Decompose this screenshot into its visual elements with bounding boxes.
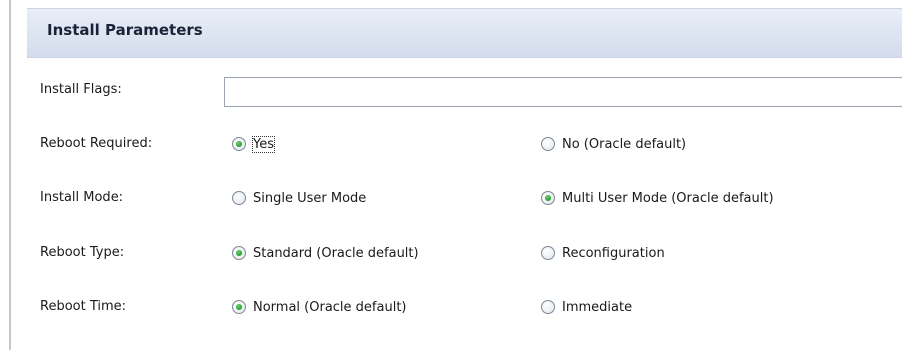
radio-unchecked-icon xyxy=(232,191,246,205)
reboot-required-no-radio[interactable]: No (Oracle default) xyxy=(541,133,686,155)
radio-checked-icon xyxy=(232,246,246,260)
radio-checked-icon xyxy=(232,300,246,314)
left-divider xyxy=(9,0,11,350)
reboot-type-row: Reboot Type: Standard (Oracle default) R… xyxy=(27,238,902,268)
reboot-type-standard-radio[interactable]: Standard (Oracle default) xyxy=(232,242,419,264)
reboot-time-immediate-radio[interactable]: Immediate xyxy=(541,296,632,318)
reboot-time-label: Reboot Time: xyxy=(40,299,127,314)
install-mode-single-radio[interactable]: Single User Mode xyxy=(232,187,366,209)
install-flags-label: Install Flags: xyxy=(40,82,122,97)
radio-label: Yes xyxy=(252,135,275,153)
reboot-required-yes-radio[interactable]: Yes xyxy=(232,133,275,155)
install-mode-row: Install Mode: Single User Mode Multi Use… xyxy=(27,183,902,213)
reboot-type-label: Reboot Type: xyxy=(40,245,125,260)
install-mode-multi-radio[interactable]: Multi User Mode (Oracle default) xyxy=(541,187,774,209)
reboot-time-normal-radio[interactable]: Normal (Oracle default) xyxy=(232,296,407,318)
radio-checked-icon xyxy=(541,191,555,205)
radio-label: No (Oracle default) xyxy=(562,136,687,152)
radio-label: Immediate xyxy=(562,299,633,315)
radio-label: Normal (Oracle default) xyxy=(253,299,407,315)
section-title: Install Parameters xyxy=(47,21,203,39)
radio-label: Multi User Mode (Oracle default) xyxy=(562,190,774,206)
reboot-type-reconfiguration-radio[interactable]: Reconfiguration xyxy=(541,242,665,264)
install-parameters-panel: Install Parameters Install Flags: Reboot… xyxy=(27,0,902,350)
radio-label: Standard (Oracle default) xyxy=(253,245,419,261)
radio-label: Single User Mode xyxy=(253,190,367,206)
radio-unchecked-icon xyxy=(541,246,555,260)
install-mode-label: Install Mode: xyxy=(40,190,124,205)
reboot-required-label: Reboot Required: xyxy=(40,136,153,151)
install-flags-row: Install Flags: xyxy=(27,75,902,107)
radio-unchecked-icon xyxy=(541,137,555,151)
reboot-time-row: Reboot Time: Normal (Oracle default) Imm… xyxy=(27,292,902,322)
radio-label: Reconfiguration xyxy=(562,245,665,261)
section-header: Install Parameters xyxy=(27,8,902,58)
radio-unchecked-icon xyxy=(541,300,555,314)
install-flags-input[interactable] xyxy=(224,77,902,107)
reboot-required-row: Reboot Required: Yes No (Oracle default) xyxy=(27,129,902,159)
radio-checked-icon xyxy=(232,137,246,151)
